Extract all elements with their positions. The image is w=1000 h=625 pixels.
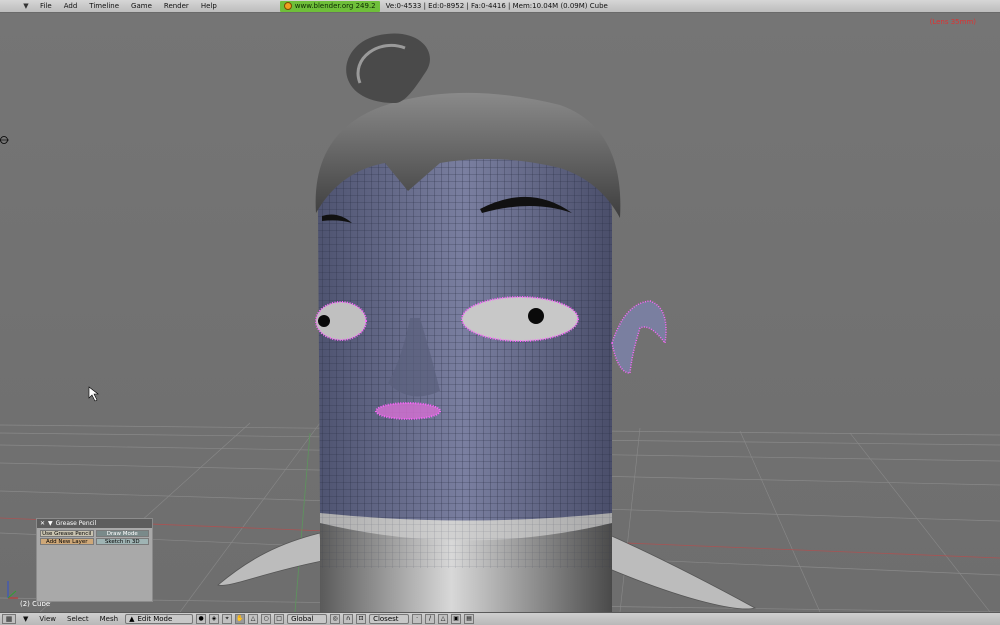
scale-icon[interactable]: □ bbox=[274, 614, 285, 624]
axis-gizmo-icon bbox=[7, 581, 18, 599]
render-preview-icon[interactable]: ▤ bbox=[464, 614, 475, 624]
proportional-edit-icon[interactable]: ◎ bbox=[330, 614, 341, 624]
menu-timeline[interactable]: Timeline bbox=[83, 0, 125, 13]
menu-add[interactable]: Add bbox=[58, 0, 84, 13]
menu-game[interactable]: Game bbox=[125, 0, 158, 13]
manipulator-icon[interactable]: ⌖ bbox=[222, 614, 233, 624]
menu-mesh[interactable]: Mesh bbox=[96, 615, 122, 623]
translate-icon[interactable]: △ bbox=[248, 614, 259, 624]
snap-element-icon[interactable]: ⊡ bbox=[356, 614, 367, 624]
collapse-icon[interactable]: ▼ bbox=[48, 519, 53, 528]
menu-help[interactable]: Help bbox=[195, 0, 223, 13]
occlude-icon[interactable]: ▣ bbox=[451, 614, 462, 624]
mode-select[interactable]: ▲ Edit Mode bbox=[125, 614, 194, 624]
3d-view-header: ▦ ▼ View Select Mesh ▲ Edit Mode ● ◈ ⌖ ✋… bbox=[0, 612, 1000, 625]
mode-label: Edit Mode bbox=[137, 615, 173, 623]
close-icon[interactable]: ✕ bbox=[40, 519, 45, 528]
panel-title: Grease Pencil bbox=[55, 520, 97, 527]
editor-type-icon[interactable]: ▦ bbox=[2, 614, 16, 624]
menu-view[interactable]: View bbox=[35, 615, 60, 623]
draw-type-icon[interactable]: ● bbox=[196, 614, 207, 624]
blender-logo-icon bbox=[283, 2, 292, 10]
panel-header[interactable]: ✕ ▼ Grease Pencil bbox=[37, 519, 152, 528]
snap-mode-select[interactable]: Closest bbox=[369, 614, 410, 624]
menu-render[interactable]: Render bbox=[158, 0, 195, 13]
face-select-icon[interactable]: △ bbox=[438, 614, 449, 624]
edit-mode-icon: ▲ bbox=[129, 615, 135, 623]
use-grease-pencil-toggle[interactable]: Use Grease Pencil bbox=[40, 530, 94, 537]
edge-select-icon[interactable]: / bbox=[425, 614, 436, 624]
3d-cursor-icon bbox=[0, 136, 9, 144]
orientation-label: Global bbox=[291, 615, 314, 623]
orientation-select[interactable]: Global bbox=[287, 614, 328, 624]
rotate-icon[interactable]: ○ bbox=[261, 614, 272, 624]
scene-stats: Ve:0-4533 | Ed:0-8952 | Fa:0-4416 | Mem:… bbox=[385, 2, 608, 10]
website-label: www.blender.org 249.2 bbox=[294, 1, 376, 10]
header-collapse-icon[interactable]: ▼ bbox=[19, 615, 32, 623]
menu-select[interactable]: Select bbox=[63, 615, 93, 623]
grease-pencil-panel[interactable]: ✕ ▼ Grease Pencil Use Grease Pencil Draw… bbox=[36, 518, 153, 602]
add-new-layer-button[interactable]: Add New Layer bbox=[40, 538, 94, 545]
header-collapse-icon[interactable]: ▼ bbox=[18, 2, 34, 10]
website-badge[interactable]: www.blender.org 249.2 bbox=[279, 0, 380, 12]
magnet-icon[interactable]: ∩ bbox=[343, 614, 354, 624]
sketch-in-3d-toggle[interactable]: Sketch in 3D bbox=[95, 538, 149, 545]
vertex-select-icon[interactable]: · bbox=[412, 614, 423, 624]
mouse-pointer-icon bbox=[88, 386, 99, 402]
lens-label: (Lens 35mm) bbox=[929, 18, 976, 26]
hand-icon[interactable]: ✋ bbox=[235, 614, 246, 624]
pivot-icon[interactable]: ◈ bbox=[209, 614, 220, 624]
snap-label: Closest bbox=[373, 615, 399, 623]
info-header: ▼ File Add Timeline Game Render Help www… bbox=[0, 0, 1000, 13]
menu-file[interactable]: File bbox=[34, 0, 58, 13]
draw-mode-button[interactable]: Draw Mode bbox=[95, 530, 149, 537]
3d-viewport[interactable]: (Lens 35mm) (2) Cube ✕ ▼ Grease Pencil U… bbox=[0, 13, 1000, 612]
